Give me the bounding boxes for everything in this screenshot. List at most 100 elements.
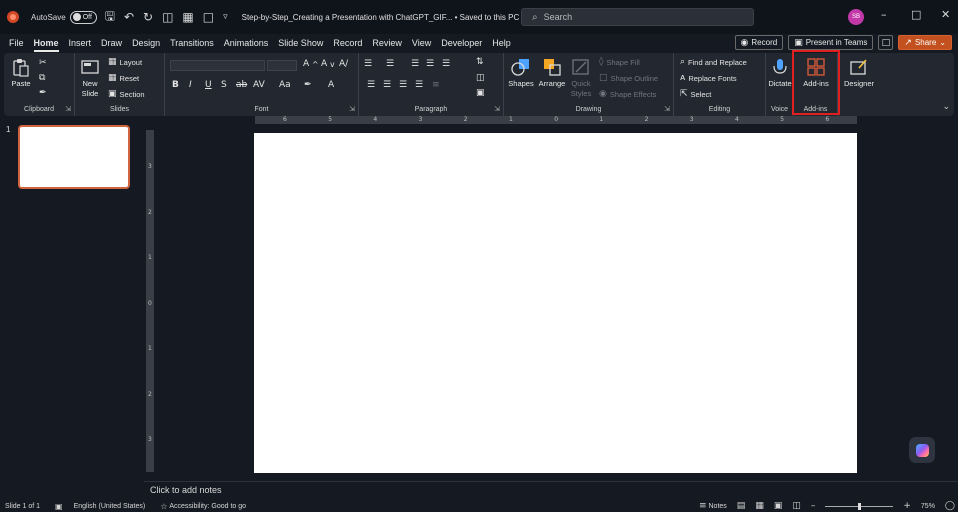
close-icon[interactable]: ✕ <box>941 8 950 21</box>
tab-slide-show[interactable]: Slide Show <box>273 34 328 52</box>
reset-button[interactable]: ▦ Reset <box>108 73 139 83</box>
fit-to-window-icon[interactable]: ◯ <box>945 501 955 511</box>
find-replace-button[interactable]: ⌕ Find and Replace <box>680 57 747 67</box>
save-icon[interactable]: 🖫 <box>105 7 115 28</box>
arrange-button[interactable]: Arrange <box>537 57 567 89</box>
decrease-indent-icon[interactable]: ☰ <box>411 59 419 69</box>
increase-font-icon[interactable]: A ^ <box>303 59 318 69</box>
font-size-select[interactable] <box>267 60 297 71</box>
tab-design[interactable]: Design <box>127 34 165 52</box>
replace-fonts-button[interactable]: ᴀ Replace Fonts <box>680 73 737 83</box>
zoom-level[interactable]: 75% <box>921 503 935 510</box>
restore-icon[interactable]: □ <box>911 8 921 21</box>
align-text-icon[interactable]: ◫ <box>476 73 485 83</box>
redo-icon[interactable]: ↻ <box>143 10 153 24</box>
tab-review[interactable]: Review <box>367 34 407 52</box>
align-left-icon[interactable]: ☰ <box>367 80 375 90</box>
slide-canvas[interactable] <box>254 133 857 473</box>
font-launcher-icon[interactable]: ⇲ <box>349 105 355 113</box>
customize-qat-icon[interactable]: ▿ <box>223 12 228 22</box>
clipboard-launcher-icon[interactable]: ⇲ <box>65 105 71 113</box>
line-spacing-icon[interactable]: ☰ <box>442 59 450 69</box>
normal-view-icon[interactable]: ▤ <box>737 501 746 511</box>
align-right-icon[interactable]: ☰ <box>399 80 407 90</box>
dictate-button[interactable]: Dictate <box>767 57 793 89</box>
underline-icon[interactable]: U <box>205 80 212 90</box>
minimize-icon[interactable]: – <box>881 8 887 21</box>
tab-record[interactable]: Record <box>328 34 367 52</box>
autosave-toggle[interactable]: Off <box>69 10 97 24</box>
columns-icon[interactable]: ≡ <box>432 80 440 90</box>
language-status[interactable]: English (United States) <box>74 503 146 510</box>
shape-outline-button[interactable]: □ Shape Outline <box>599 73 658 83</box>
avatar[interactable]: SB <box>848 9 864 25</box>
notes-toggle[interactable]: ≡ Notes <box>699 501 727 511</box>
comment-icon[interactable]: □ <box>203 10 214 24</box>
decrease-font-icon[interactable]: Av <box>321 59 335 69</box>
collapse-ribbon-icon[interactable]: ⌄ <box>942 102 950 112</box>
slide-thumbnail[interactable] <box>18 125 130 189</box>
comments-button[interactable]: □ <box>878 35 894 50</box>
text-direction-icon[interactable]: ⇅ <box>476 57 484 67</box>
tab-insert[interactable]: Insert <box>64 34 97 52</box>
copy-icon[interactable]: ⧉ <box>39 73 45 83</box>
format-painter-icon[interactable]: ✒ <box>39 88 47 98</box>
reading-view-icon[interactable]: ▣ <box>774 501 783 511</box>
change-case-icon[interactable]: Aa <box>279 80 291 90</box>
layout-button[interactable]: ▦ Layout <box>108 57 142 67</box>
tab-draw[interactable]: Draw <box>96 34 127 52</box>
zoom-slider-thumb[interactable] <box>857 502 861 510</box>
notes-pane[interactable]: Click to add notes <box>144 481 958 499</box>
bullets-icon[interactable]: ☰ <box>364 59 372 69</box>
numbering-icon[interactable]: ☰ <box>386 59 394 69</box>
start-from-beginning-icon[interactable]: ◫ <box>162 10 173 24</box>
new-slide-qat-icon[interactable]: ▦ <box>182 10 193 24</box>
strikethrough-icon[interactable]: ab <box>236 80 247 90</box>
zoom-slider[interactable] <box>825 502 894 510</box>
tab-transitions[interactable]: Transitions <box>165 34 219 52</box>
designer-button[interactable]: Designer <box>843 57 875 89</box>
drawing-launcher-icon[interactable]: ⇲ <box>664 105 670 113</box>
shape-fill-button[interactable]: ◊ Shape Fill <box>599 57 640 67</box>
increase-indent-icon[interactable]: ☰ <box>426 59 434 69</box>
quick-styles-button[interactable]: Quick Styles <box>568 57 594 99</box>
font-color-icon[interactable]: A <box>328 80 334 90</box>
tab-developer[interactable]: Developer <box>436 34 487 52</box>
italic-icon[interactable]: I <box>189 80 192 90</box>
copilot-button[interactable] <box>909 437 935 463</box>
tab-animations[interactable]: Animations <box>219 34 274 52</box>
highlight-icon[interactable]: ✒ <box>304 80 312 90</box>
accessibility-status[interactable]: Accessibility: Good to go <box>169 503 246 510</box>
smartart-icon[interactable]: ▣ <box>476 88 485 98</box>
record-button[interactable]: ◉ Record <box>734 35 784 50</box>
bold-icon[interactable]: B <box>172 80 179 90</box>
zoom-in-icon[interactable]: + <box>903 501 911 511</box>
share-button[interactable]: ↗ Share ⌄ <box>898 35 952 50</box>
tab-help[interactable]: Help <box>487 34 516 52</box>
present-in-teams-button[interactable]: ▣ Present in Teams <box>788 35 874 50</box>
slide-sorter-icon[interactable]: ▦ <box>755 501 764 511</box>
tab-home[interactable]: Home <box>29 34 64 52</box>
new-slide-button[interactable]: New Slide <box>79 57 101 99</box>
zoom-out-icon[interactable]: – <box>811 501 816 511</box>
character-spacing-icon[interactable]: AV <box>253 80 265 90</box>
font-family-select[interactable] <box>170 60 265 71</box>
justify-icon[interactable]: ☰ <box>415 80 423 90</box>
shapes-button[interactable]: Shapes <box>508 57 534 89</box>
spelling-icon[interactable]: ▣ <box>55 502 63 511</box>
search-box[interactable]: ⌕ Search <box>521 8 754 26</box>
undo-icon[interactable]: ↶ <box>124 10 134 24</box>
tab-view[interactable]: View <box>407 34 436 52</box>
tab-file[interactable]: File <box>0 34 29 52</box>
section-button[interactable]: ▣ Section <box>108 89 145 99</box>
align-center-icon[interactable]: ☰ <box>383 80 391 90</box>
cut-icon[interactable]: ✂ <box>39 58 47 68</box>
shadow-icon[interactable]: S <box>221 80 227 90</box>
clear-formatting-icon[interactable]: A∕ <box>339 59 348 69</box>
document-title[interactable]: Step-by-Step_Creating a Presentation wit… <box>242 13 529 22</box>
select-button[interactable]: ⇱ Select <box>680 89 711 99</box>
shape-effects-button[interactable]: ◉ Shape Effects <box>599 89 656 99</box>
paragraph-launcher-icon[interactable]: ⇲ <box>494 105 500 113</box>
slideshow-view-icon[interactable]: ◫ <box>792 501 801 511</box>
paste-button[interactable]: Paste <box>10 57 32 89</box>
